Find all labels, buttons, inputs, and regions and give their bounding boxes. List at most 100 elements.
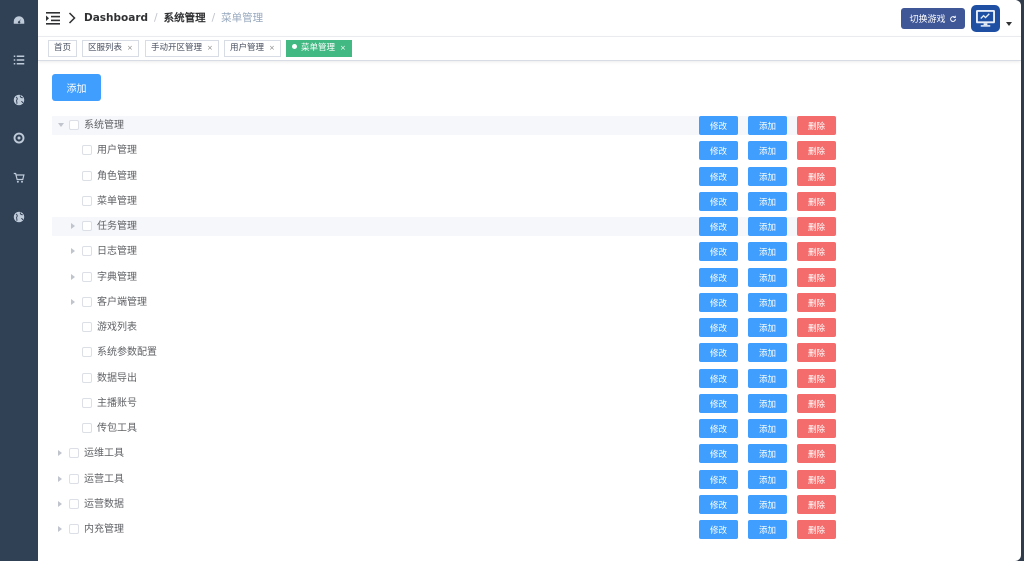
tree-row[interactable]: 游戏列表 修改 添加 删除 [52, 318, 837, 337]
edit-button[interactable]: 修改 [699, 318, 738, 337]
delete-button[interactable]: 删除 [797, 444, 836, 463]
caret-down-icon[interactable] [1006, 22, 1012, 26]
edit-button[interactable]: 修改 [699, 141, 738, 160]
delete-button[interactable]: 删除 [797, 343, 836, 362]
tree-row[interactable]: 字典管理 修改 添加 删除 [52, 268, 837, 287]
tree-row[interactable]: 日志管理 修改 添加 删除 [52, 242, 837, 261]
delete-button[interactable]: 删除 [797, 419, 836, 438]
tree-checkbox[interactable] [82, 272, 92, 282]
tree-checkbox[interactable] [69, 499, 79, 509]
tree-checkbox[interactable] [82, 423, 92, 433]
tree-checkbox[interactable] [69, 120, 79, 130]
switch-game-button[interactable]: 切换游戏 [901, 8, 965, 29]
close-icon[interactable]: × [127, 44, 133, 52]
tree-checkbox[interactable] [82, 171, 92, 181]
tree-checkbox[interactable] [82, 221, 92, 231]
expand-right-icon[interactable] [71, 274, 75, 280]
add-button[interactable]: 添加 [748, 141, 787, 160]
tree-row[interactable]: 数据导出 修改 添加 删除 [52, 369, 837, 388]
tree-row[interactable]: 传包工具 修改 添加 删除 [52, 419, 837, 438]
breadcrumb-dashboard[interactable]: Dashboard [84, 12, 148, 24]
delete-button[interactable]: 删除 [797, 520, 836, 539]
tag-user-management[interactable]: 用户管理 × [224, 40, 281, 57]
sidebar-item-target[interactable] [0, 118, 38, 158]
tree-row[interactable]: 运营工具 修改 添加 删除 [52, 470, 837, 489]
tag-manual-open-server[interactable]: 手动开区管理 × [145, 40, 219, 57]
delete-button[interactable]: 删除 [797, 167, 836, 186]
tree-row[interactable]: 角色管理 修改 添加 删除 [52, 167, 837, 186]
add-button[interactable]: 添加 [748, 293, 787, 312]
delete-button[interactable]: 删除 [797, 242, 836, 261]
add-button[interactable]: 添加 [748, 470, 787, 489]
add-button[interactable]: 添加 [748, 217, 787, 236]
expand-right-icon[interactable] [58, 476, 62, 482]
close-icon[interactable]: × [207, 44, 213, 52]
edit-button[interactable]: 修改 [699, 293, 738, 312]
edit-button[interactable]: 修改 [699, 116, 738, 135]
delete-button[interactable]: 删除 [797, 141, 836, 160]
sidebar-item-globe[interactable] [0, 80, 38, 120]
tree-checkbox[interactable] [82, 373, 92, 383]
expand-right-icon[interactable] [58, 526, 62, 532]
edit-button[interactable]: 修改 [699, 369, 738, 388]
add-button[interactable]: 添加 [748, 520, 787, 539]
add-button[interactable]: 添加 [748, 343, 787, 362]
tree-row[interactable]: 内充管理 修改 添加 删除 [52, 520, 837, 539]
delete-button[interactable]: 删除 [797, 318, 836, 337]
delete-button[interactable]: 删除 [797, 116, 836, 135]
breadcrumb-system[interactable]: 系统管理 [164, 12, 206, 24]
tree-row[interactable]: 主播账号 修改 添加 删除 [52, 394, 837, 413]
close-icon[interactable]: × [269, 44, 275, 52]
edit-button[interactable]: 修改 [699, 343, 738, 362]
tree-checkbox[interactable] [82, 322, 92, 332]
add-button[interactable]: 添加 [748, 192, 787, 211]
delete-button[interactable]: 删除 [797, 293, 836, 312]
tree-checkbox[interactable] [82, 297, 92, 307]
edit-button[interactable]: 修改 [699, 268, 738, 287]
tree-checkbox[interactable] [69, 474, 79, 484]
sidebar-item-dashboard[interactable] [0, 0, 38, 40]
add-button[interactable]: 添加 [748, 268, 787, 287]
edit-button[interactable]: 修改 [699, 394, 738, 413]
add-button[interactable]: 添加 [748, 444, 787, 463]
delete-button[interactable]: 删除 [797, 470, 836, 489]
edit-button[interactable]: 修改 [699, 217, 738, 236]
expand-right-icon[interactable] [58, 501, 62, 507]
add-button[interactable]: 添加 [748, 419, 787, 438]
tree-row[interactable]: 客户端管理 修改 添加 删除 [52, 293, 837, 312]
delete-button[interactable]: 删除 [797, 369, 836, 388]
expand-down-icon[interactable] [58, 123, 64, 127]
add-menu-button[interactable]: 添加 [52, 74, 101, 101]
expand-right-icon[interactable] [71, 299, 75, 305]
tree-row[interactable]: 菜单管理 修改 添加 删除 [52, 192, 837, 211]
edit-button[interactable]: 修改 [699, 520, 738, 539]
hamburger-icon[interactable] [46, 11, 60, 25]
edit-button[interactable]: 修改 [699, 242, 738, 261]
edit-button[interactable]: 修改 [699, 444, 738, 463]
add-button[interactable]: 添加 [748, 167, 787, 186]
sidebar-item-cart[interactable] [0, 158, 38, 198]
add-button[interactable]: 添加 [748, 242, 787, 261]
tree-row[interactable]: 任务管理 修改 添加 删除 [52, 217, 837, 236]
close-icon[interactable]: × [340, 44, 346, 52]
delete-button[interactable]: 删除 [797, 217, 836, 236]
tree-row[interactable]: 系统管理 修改 添加 删除 [52, 116, 837, 135]
sidebar-item-list[interactable] [0, 40, 38, 80]
tree-checkbox[interactable] [82, 145, 92, 155]
add-button[interactable]: 添加 [748, 116, 787, 135]
expand-right-icon[interactable] [58, 450, 62, 456]
edit-button[interactable]: 修改 [699, 419, 738, 438]
sidebar-item-globe-2[interactable] [0, 197, 38, 237]
tree-checkbox[interactable] [69, 448, 79, 458]
edit-button[interactable]: 修改 [699, 167, 738, 186]
tree-checkbox[interactable] [82, 398, 92, 408]
add-button[interactable]: 添加 [748, 318, 787, 337]
expand-right-icon[interactable] [71, 223, 75, 229]
edit-button[interactable]: 修改 [699, 192, 738, 211]
tree-row[interactable]: 系统参数配置 修改 添加 删除 [52, 343, 837, 362]
tree-row[interactable]: 运营数据 修改 添加 删除 [52, 495, 837, 514]
tag-home[interactable]: 首页 [48, 40, 78, 57]
add-button[interactable]: 添加 [748, 495, 787, 514]
delete-button[interactable]: 删除 [797, 192, 836, 211]
delete-button[interactable]: 删除 [797, 268, 836, 287]
